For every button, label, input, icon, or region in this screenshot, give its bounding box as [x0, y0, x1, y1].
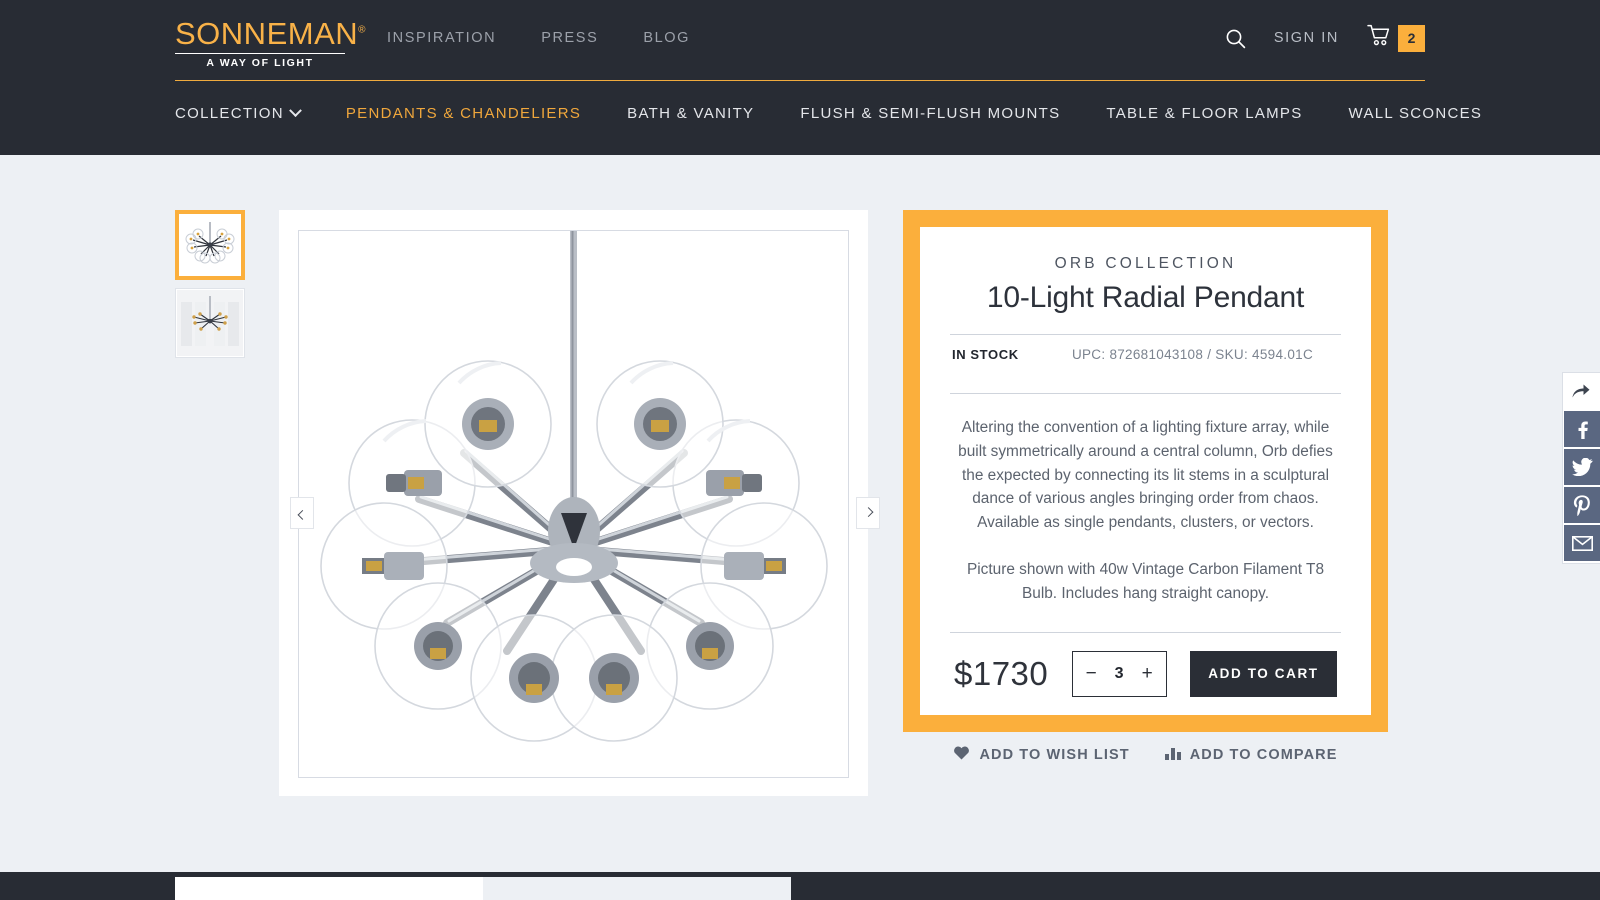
- quantity-stepper[interactable]: − 3 +: [1071, 650, 1167, 697]
- thumbnail-list: [175, 210, 245, 358]
- compare-label: ADD TO COMPARE: [1189, 746, 1338, 763]
- stock-row: IN STOCK UPC: 872681043108 / SKU: 4594.0…: [950, 335, 1341, 374]
- product-price: $1730: [954, 654, 1049, 692]
- quantity-input[interactable]: 3: [1104, 665, 1134, 683]
- upc-sku-text: UPC: 872681043108 / SKU: 4594.01C: [1071, 347, 1313, 362]
- shopping-cart-icon: [1367, 24, 1392, 52]
- top-link-press[interactable]: PRESS: [541, 30, 598, 46]
- chevron-down-icon: [288, 104, 302, 118]
- email-icon[interactable]: [1564, 525, 1600, 561]
- header-divider: [175, 80, 1425, 81]
- nav-item-table-floor-lamps[interactable]: TABLE & FLOOR LAMPS: [1106, 105, 1302, 122]
- heart-icon: [953, 745, 970, 764]
- quantity-increment-button[interactable]: +: [1134, 664, 1160, 683]
- main-content: ORB COLLECTION 10-Light Radial Pendant I…: [0, 155, 1600, 872]
- nav-item-pendants-chandeliers[interactable]: PENDANTS & CHANDELIERS: [346, 105, 581, 122]
- nav-item-wall-sconces[interactable]: WALL SCONCES: [1349, 105, 1483, 122]
- logo-tagline: A WAY OF LIGHT: [175, 53, 345, 69]
- cart-count-badge: 2: [1398, 24, 1425, 52]
- nav-label-collection: COLLECTION: [175, 105, 284, 122]
- facebook-icon[interactable]: [1564, 411, 1600, 447]
- nav-item-bath-vanity[interactable]: BATH & VANITY: [627, 105, 754, 122]
- logo-wordmark: SONNEMAN®: [175, 16, 366, 51]
- purchase-row: $1730 − 3 + ADD TO CART: [950, 633, 1341, 697]
- site-footer: [0, 872, 1600, 900]
- sign-in-link[interactable]: SIGN IN: [1274, 30, 1339, 46]
- product-secondary-actions: ADD TO WISH LIST ADD TO COMPARE: [903, 745, 1388, 764]
- product-description: Altering the convention of a lighting fi…: [950, 394, 1341, 606]
- bar-chart-icon: [1164, 746, 1181, 764]
- logo-word-text: SONNEMAN: [175, 16, 359, 51]
- social-share-rail: [1562, 372, 1600, 564]
- product-info-panel: ORB COLLECTION 10-Light Radial Pendant I…: [903, 210, 1388, 732]
- add-to-cart-button[interactable]: ADD TO CART: [1189, 650, 1337, 697]
- wish-list-label: ADD TO WISH LIST: [979, 746, 1130, 763]
- thumbnail-2[interactable]: [175, 288, 245, 358]
- product-image-card: [279, 210, 880, 796]
- twitter-icon[interactable]: [1564, 449, 1600, 485]
- search-icon[interactable]: [1225, 28, 1246, 49]
- product-image[interactable]: [298, 230, 849, 778]
- thumbnail-1[interactable]: [175, 210, 245, 280]
- nav-item-collection[interactable]: COLLECTION: [175, 104, 302, 122]
- site-logo[interactable]: SONNEMAN® A WAY OF LIGHT: [175, 16, 366, 69]
- footer-panel-secondary: [483, 877, 791, 900]
- quantity-decrement-button[interactable]: −: [1078, 664, 1104, 683]
- header-top-links: INSPIRATION PRESS BLOG: [387, 30, 690, 46]
- cart-button[interactable]: 2: [1367, 24, 1425, 52]
- description-paragraph-2: Picture shown with 40w Vintage Carbon Fi…: [966, 560, 1325, 602]
- footer-panel-primary: [175, 877, 483, 900]
- chevron-right-icon[interactable]: [856, 497, 880, 529]
- page-title: 10-Light Radial Pendant: [986, 281, 1305, 314]
- chevron-left-icon[interactable]: [290, 497, 314, 529]
- site-header: SONNEMAN® A WAY OF LIGHT INSPIRATION PRE…: [0, 0, 1600, 155]
- top-link-inspiration[interactable]: INSPIRATION: [387, 30, 496, 46]
- description-paragraph-1: Altering the convention of a lighting fi…: [958, 419, 1333, 532]
- status-badge: IN STOCK: [952, 347, 1019, 362]
- nav-item-flush-semi-flush-mounts[interactable]: FLUSH & SEMI-FLUSH MOUNTS: [800, 105, 1060, 122]
- add-to-wish-list-button[interactable]: ADD TO WISH LIST: [953, 745, 1129, 764]
- share-icon[interactable]: [1563, 373, 1599, 409]
- product-collection: ORB COLLECTION: [1054, 255, 1237, 272]
- primary-navigation: COLLECTION PENDANTS & CHANDELIERS BATH &…: [175, 104, 1483, 122]
- header-utilities: SIGN IN 2: [1225, 24, 1425, 52]
- logo-trademark: ®: [358, 24, 367, 36]
- pinterest-icon[interactable]: [1564, 487, 1600, 523]
- top-link-blog[interactable]: BLOG: [643, 30, 690, 46]
- add-to-compare-button[interactable]: ADD TO COMPARE: [1164, 746, 1338, 764]
